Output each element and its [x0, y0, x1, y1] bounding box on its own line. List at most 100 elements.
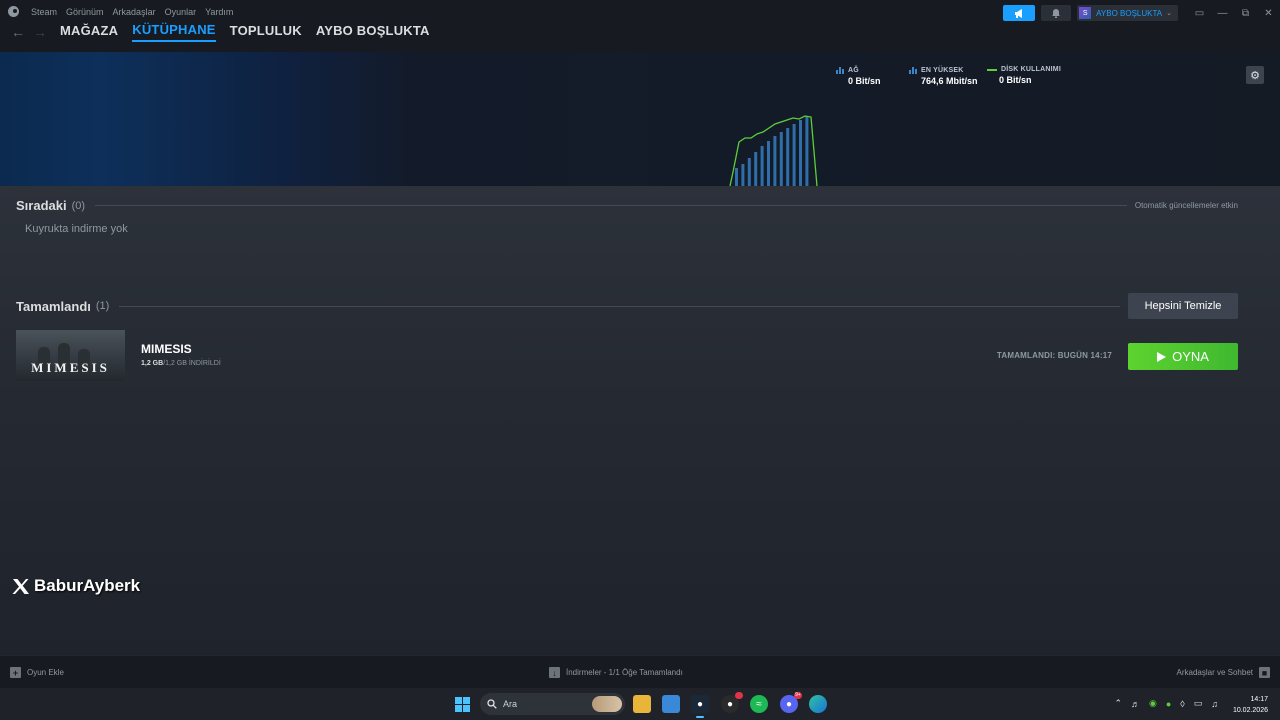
audio-mixer-icon[interactable]: ♬	[1131, 699, 1140, 709]
add-game-button[interactable]: + Oyun Ekle	[10, 667, 64, 678]
photos-icon[interactable]	[662, 695, 680, 713]
minimize-icon[interactable]: —	[1211, 5, 1234, 21]
volume-icon[interactable]: ♫	[1211, 699, 1218, 709]
menu-item-view[interactable]: Görünüm	[66, 7, 104, 17]
play-icon	[1157, 351, 1167, 362]
download-item[interactable]: MIMESIS MIMESIS 1,2 GB/1,2 GB İNDİRİLDİ …	[16, 330, 1238, 382]
spotify-icon[interactable]: ≈	[750, 695, 768, 713]
stat-network: AĞ 0 Bit/sn	[836, 66, 881, 86]
friends-chat-label: Arkadaşlar ve Sohbet	[1176, 668, 1254, 677]
clock-time: 14:17	[1250, 696, 1268, 703]
disk-line-icon	[987, 68, 997, 71]
nvidia-icon[interactable]: ◉	[1149, 698, 1157, 709]
game-size: 1,2 GB/1,2 GB İNDİRİLDİ	[141, 360, 221, 367]
announcements-button[interactable]	[1003, 5, 1036, 21]
thumbnail-logo: MIMESIS	[31, 360, 110, 375]
downloads-status-button[interactable]: ↓ İndirmeler - 1/1 Öğe Tamamlandı	[549, 667, 683, 678]
downloads-main: Sıradaki (0) Otomatik güncellemeler etki…	[0, 186, 1280, 655]
active-app-indicator	[696, 716, 704, 718]
play-button[interactable]: OYNA	[1128, 343, 1238, 370]
friends-chat-button[interactable]: Arkadaşlar ve Sohbet ■	[1176, 667, 1270, 678]
auto-update-status[interactable]: Otomatik güncellemeler etkin	[1135, 201, 1238, 210]
watermark-text: BaburAyberk	[34, 576, 141, 595]
account-menu-button[interactable]: S AYBO BOŞLUKTA ⌄	[1077, 5, 1178, 21]
clear-all-button[interactable]: Hepsini Temizle	[1128, 293, 1238, 319]
bandwidth-bar	[747, 158, 751, 186]
menu-bar: Steam Görünüm Arkadaşlar Oyunlar Yardım	[8, 6, 233, 17]
search-icon	[487, 699, 497, 709]
stat-disk-value: 0 Bit/sn	[999, 75, 1032, 85]
steam-title-bar: Steam Görünüm Arkadaşlar Oyunlar Yardım …	[0, 0, 1280, 52]
bandwidth-bar	[741, 164, 745, 186]
watermark: BaburAyberk	[12, 576, 140, 596]
game-thumbnail[interactable]: MIMESIS	[16, 330, 125, 381]
bandwidth-bar	[799, 120, 802, 186]
size-downloaded: 1,2 GB	[141, 360, 164, 367]
bandwidth-bar	[767, 141, 770, 186]
add-game-label: Oyun Ekle	[27, 668, 64, 677]
recording-badge	[735, 692, 743, 699]
bandwidth-chart	[729, 115, 818, 186]
account-name: AYBO BOŞLUKTA	[1096, 8, 1163, 18]
network-bars-icon	[836, 66, 844, 74]
bandwidth-bar	[760, 146, 764, 186]
steam-taskbar-icon[interactable]: ●	[691, 695, 709, 713]
nav-profile[interactable]: AYBO BOŞLUKTA	[316, 23, 430, 41]
bandwidth-bar	[735, 168, 738, 186]
bandwidth-bar	[786, 128, 790, 186]
windows-start-icon[interactable]	[455, 697, 470, 712]
taskbar-search[interactable]: Ara	[480, 693, 625, 715]
edge-icon[interactable]	[809, 695, 827, 713]
stat-network-value: 0 Bit/sn	[848, 76, 881, 86]
bandwidth-bar	[754, 152, 758, 186]
microphone-icon[interactable]: ●	[1166, 699, 1171, 709]
chevron-up-icon[interactable]: ⌃	[1114, 698, 1122, 709]
chat-icon: ■	[1259, 667, 1270, 678]
stat-disk: DİSK KULLANIMI 0 Bit/sn	[987, 66, 1061, 85]
forward-arrow-icon[interactable]: →	[30, 22, 50, 42]
gear-icon[interactable]: ⚙	[1246, 66, 1264, 84]
game-name[interactable]: MIMESIS	[141, 342, 192, 356]
download-icon: ↓	[549, 667, 560, 678]
queue-count: (0)	[71, 199, 86, 212]
menu-item-help[interactable]: Yardım	[205, 7, 233, 17]
main-nav: ← → MAĞAZA KÜTÜPHANE TOPLULUK AYBO BOŞLU…	[8, 22, 444, 42]
file-explorer-icon[interactable]	[633, 695, 651, 713]
menu-item-games[interactable]: Oyunlar	[165, 7, 197, 17]
steam-logo-icon	[8, 6, 19, 17]
back-arrow-icon[interactable]: ←	[8, 22, 28, 42]
megaphone-icon	[1014, 8, 1022, 18]
bandwidth-bar	[779, 132, 783, 186]
divider	[119, 305, 1120, 307]
steam-bottom-bar: + Oyun Ekle ↓ İndirmeler - 1/1 Öğe Tamam…	[0, 655, 1280, 688]
completed-count: (1)	[95, 300, 110, 312]
queue-header: Sıradaki (0) Otomatik güncellemeler etki…	[16, 198, 1238, 213]
menu-item-friends[interactable]: Arkadaşlar	[113, 7, 156, 17]
stat-peak: EN YÜKSEK 764,6 Mbit/sn	[909, 66, 978, 86]
wifi-icon[interactable]: ◊	[1180, 699, 1184, 709]
taskbar-clock[interactable]: 14:17 10.02.2026	[1233, 694, 1268, 716]
avatar: S	[1079, 7, 1092, 19]
restore-icon[interactable]: ⧉	[1234, 5, 1257, 21]
discord-icon[interactable]: ● 9+	[780, 692, 802, 713]
downloads-status-label: İndirmeler - 1/1 Öğe Tamamlandı	[566, 668, 683, 677]
plus-icon: +	[10, 667, 21, 678]
notifications-button[interactable]	[1041, 5, 1072, 21]
big-picture-icon[interactable]: ▭	[1188, 5, 1211, 21]
peak-bars-icon	[909, 66, 917, 74]
divider	[95, 205, 1127, 206]
discord-badge: 9+	[794, 692, 802, 699]
nav-community[interactable]: TOPLULUK	[230, 23, 302, 41]
stat-peak-label: EN YÜKSEK	[921, 66, 964, 74]
obs-icon[interactable]: ●	[721, 692, 743, 713]
close-icon[interactable]: ✕	[1257, 5, 1280, 21]
menu-item-steam[interactable]: Steam	[31, 7, 57, 17]
bandwidth-bar	[773, 136, 777, 186]
play-label: OYNA	[1172, 349, 1209, 364]
search-highlight-image	[592, 696, 622, 712]
nav-store[interactable]: MAĞAZA	[60, 23, 118, 41]
nav-library[interactable]: KÜTÜPHANE	[132, 22, 216, 42]
queue-empty-message: Kuyrukta indirme yok	[25, 223, 128, 235]
network-icon[interactable]: ▭	[1194, 698, 1203, 709]
bandwidth-bar	[805, 116, 809, 186]
